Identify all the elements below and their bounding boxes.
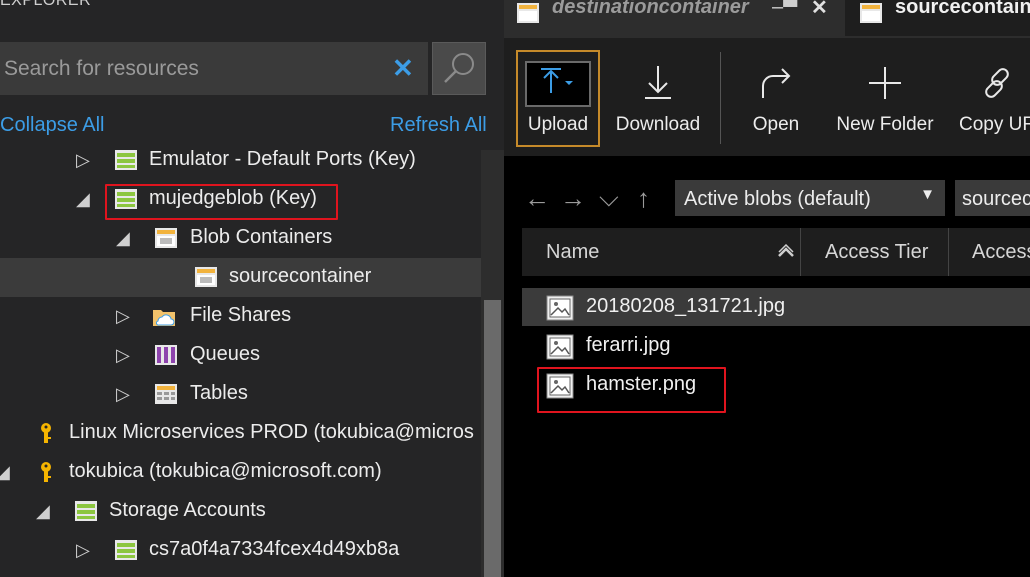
open-icon	[762, 68, 791, 98]
tab-label: destinationcontainer	[552, 0, 749, 18]
search-icon	[444, 53, 474, 83]
tree-item-linux-microservices[interactable]: Linux Microservices PROD (tokubica@micro…	[0, 414, 481, 453]
highlight-box	[105, 184, 338, 220]
path-value: sourcecontainer	[962, 188, 1030, 210]
dropdown-arrow-icon: ▼	[920, 186, 935, 203]
upload-label: Upload	[527, 114, 589, 135]
blob-containers-icon	[155, 228, 177, 248]
tables-icon	[155, 384, 177, 404]
sort-ascending-icon	[778, 244, 794, 257]
toolbar-separator	[720, 52, 721, 144]
expand-arrow-icon[interactable]: ▷	[76, 150, 90, 171]
blob-filter-select[interactable]: Active blobs (default) ▼	[675, 180, 945, 216]
chevron-down-icon[interactable]: ⌵	[599, 182, 619, 214]
download-label: Download	[615, 114, 701, 135]
scrollbar-thumb[interactable]	[484, 300, 501, 577]
tree-item-label: tokubica (tokubica@microsoft.com)	[69, 460, 382, 482]
tree-item-label: cs7a0f4a7334fcex4d49xb8a	[149, 538, 400, 560]
image-file-icon	[546, 295, 574, 321]
tree-item-blob-containers[interactable]: ◢ Blob Containers	[0, 219, 481, 258]
explorer-title: EXPLORER	[0, 0, 92, 9]
collapse-arrow-icon[interactable]: ◢	[76, 189, 90, 210]
tree-item-tokubica[interactable]: ◢ tokubica (tokubica@microsoft.com)	[0, 453, 481, 492]
search-box: ✕	[0, 42, 428, 95]
copy-url-label: Copy URL	[959, 114, 1030, 135]
tree-item-label: Blob Containers	[190, 226, 333, 248]
upload-label-wrap: Upload	[516, 50, 600, 146]
new-folder-label: New Folder	[836, 114, 934, 135]
column-access-tier-label: Access Tier	[825, 241, 929, 263]
forward-arrow-icon[interactable]: →	[560, 183, 586, 214]
tab-label: sourcecontainer	[895, 0, 1030, 18]
blob-container-icon	[860, 3, 882, 23]
tree-item-queues[interactable]: ▷ Queues	[0, 336, 481, 375]
clear-search-icon[interactable]: ✕	[392, 53, 414, 83]
pin-icon[interactable]: ‒▀	[772, 0, 797, 19]
plus-icon	[869, 67, 901, 99]
path-input[interactable]: sourcecontainer	[955, 180, 1030, 216]
tab-bar: destinationcontainer ‒▀ ✕ sourcecontaine…	[504, 0, 1030, 38]
tree-item-label: Emulator - Default Ports (Key)	[149, 148, 416, 170]
file-row[interactable]: ferarri.jpg	[522, 327, 1030, 365]
expand-arrow-icon[interactable]: ▷	[116, 384, 130, 405]
tree-item-cs7a0f4a[interactable]: ▷ cs7a0f4a7334fcex4d49xb8a	[0, 531, 481, 570]
tree-item-label: Queues	[190, 343, 261, 365]
storage-account-icon	[115, 150, 137, 170]
open-label: Open	[752, 114, 800, 135]
collapse-arrow-icon[interactable]: ◢	[36, 501, 50, 522]
new-folder-button[interactable]: New Folder	[832, 50, 938, 146]
key-icon	[41, 462, 51, 482]
storage-account-icon	[115, 540, 137, 560]
expand-arrow-icon[interactable]: ▷	[76, 540, 90, 561]
column-name[interactable]: Name	[522, 228, 801, 276]
tree-item-emulator[interactable]: ▷ Emulator - Default Ports (Key)	[0, 141, 481, 180]
explorer-panel: EXPLORER ✕ Collapse All Refresh All ▷ Em…	[0, 0, 504, 577]
tree-item-label: File Shares	[190, 304, 292, 326]
blob-filter-value: Active blobs (default)	[684, 188, 871, 210]
collapse-arrow-icon[interactable]: ◢	[0, 462, 10, 483]
column-access-tier[interactable]: Access Tier	[801, 228, 949, 276]
column-name-label: Name	[546, 241, 600, 263]
file-shares-icon	[153, 310, 175, 326]
copy-url-button[interactable]: Copy URL	[955, 50, 1030, 146]
search-button[interactable]	[432, 42, 486, 95]
back-arrow-icon[interactable]: ←	[524, 183, 550, 214]
tree-item-label: Tables	[190, 382, 248, 404]
refresh-all-link[interactable]: Refresh All	[390, 114, 487, 137]
tree-item-label: Linux Microservices PROD (tokubica@micro…	[69, 421, 474, 443]
tree-item-label: Storage Accounts	[109, 499, 266, 521]
tree-item-tables[interactable]: ▷ Tables	[0, 375, 481, 414]
column-access-label: Access	[972, 241, 1030, 263]
file-name: ferarri.jpg	[586, 334, 671, 356]
download-button[interactable]: Download	[608, 50, 708, 146]
highlight-box	[537, 367, 726, 413]
image-file-icon	[546, 334, 574, 360]
column-access[interactable]: Access	[949, 228, 1030, 276]
tab-destinationcontainer[interactable]: destinationcontainer ‒▀ ✕	[504, 0, 844, 36]
tree-item-storage-accounts[interactable]: ◢ Storage Accounts	[0, 492, 481, 531]
tab-sourcecontainer[interactable]: sourcecontainer	[845, 0, 1030, 36]
expand-arrow-icon[interactable]: ▷	[116, 345, 130, 366]
blob-container-icon	[517, 3, 539, 23]
open-button[interactable]: Open	[732, 50, 820, 146]
file-row[interactable]: 20180208_131721.jpg	[522, 288, 1030, 326]
close-tab-icon[interactable]: ✕	[811, 0, 828, 20]
tree-item-label: sourcecontainer	[229, 265, 372, 287]
file-name: 20180208_131721.jpg	[586, 295, 786, 317]
file-list-header: Name Access Tier Access	[522, 228, 1030, 276]
tree-item-file-shares[interactable]: ▷ File Shares	[0, 297, 481, 336]
queues-icon	[155, 345, 177, 365]
search-input[interactable]	[4, 55, 384, 83]
tree-item-sourcecontainer[interactable]: sourcecontainer	[0, 258, 481, 297]
expand-arrow-icon[interactable]: ▷	[116, 306, 130, 327]
storage-account-icon	[75, 501, 97, 521]
blob-container-icon	[195, 267, 217, 287]
collapse-arrow-icon[interactable]: ◢	[116, 228, 130, 249]
up-arrow-icon[interactable]: ↑	[637, 183, 650, 214]
key-icon	[41, 423, 51, 443]
link-icon	[985, 68, 1009, 98]
collapse-all-link[interactable]: Collapse All	[0, 114, 105, 137]
download-icon	[645, 66, 671, 99]
